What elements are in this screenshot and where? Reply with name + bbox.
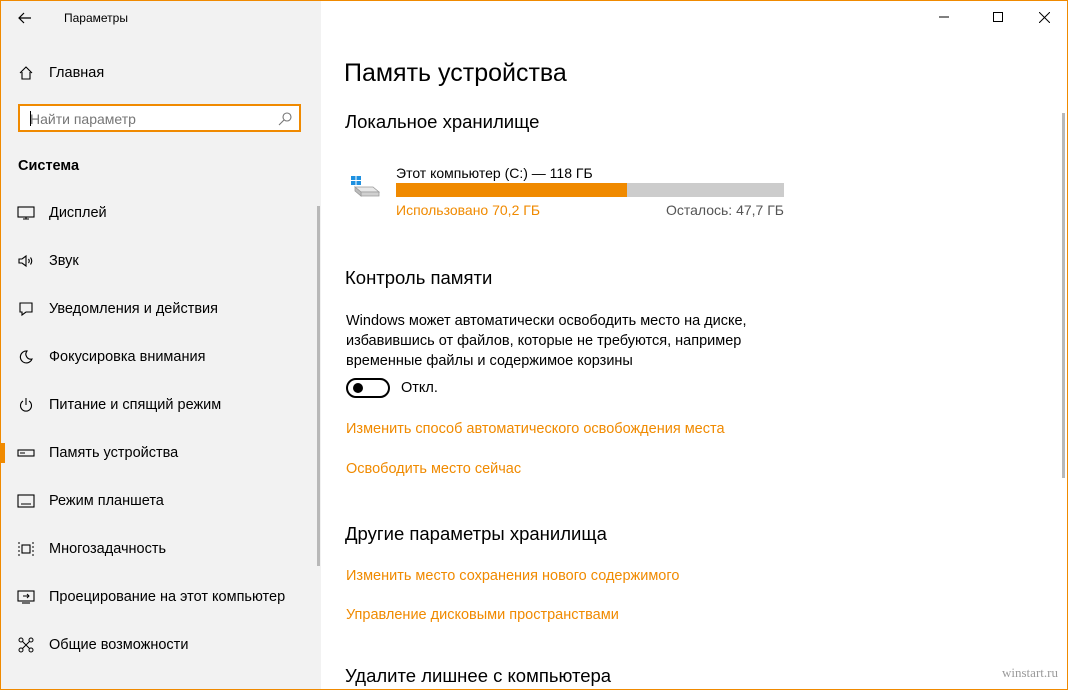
sidebar-item-label: Проецирование на этот компьютер — [49, 589, 286, 605]
sidebar-item-shared-experiences[interactable]: Общие возможности — [1, 625, 317, 665]
remaining-space: Осталось: 47,7 ГБ — [665, 202, 784, 218]
back-button[interactable] — [11, 5, 39, 31]
search-box[interactable] — [18, 104, 301, 132]
close-button[interactable] — [1021, 1, 1067, 33]
page-title: Память устройства — [344, 59, 567, 87]
close-icon — [1038, 11, 1050, 23]
sidebar-item-label: Питание и спящий режим — [49, 397, 222, 413]
maximize-icon — [993, 12, 1003, 22]
change-save-location-link[interactable]: Изменить место сохранения нового содержи… — [346, 568, 679, 584]
drive-name: Этот компьютер (C:) — 118 ГБ — [396, 165, 593, 181]
sidebar-item-sound[interactable]: Звук — [1, 241, 317, 281]
back-arrow-icon — [18, 12, 31, 24]
monitor-icon — [17, 204, 35, 222]
shared-experiences-icon — [17, 636, 35, 654]
storage-usage-bar-fill — [396, 183, 627, 197]
app-title: Параметры — [64, 11, 128, 25]
sidebar-item-label: Память устройства — [49, 445, 179, 461]
sidebar-item-label: Звук — [49, 253, 79, 269]
storage-sense-toggle[interactable] — [346, 378, 390, 398]
storage-sense-toggle-label: Откл. — [401, 380, 438, 396]
moon-icon — [17, 348, 35, 366]
sidebar-item-label: Многозадачность — [49, 541, 167, 557]
storage-sense-description: Windows может автоматически освободить м… — [346, 313, 747, 369]
used-space: Использовано 70,2 ГБ — [396, 202, 541, 218]
storage-usage-bar — [396, 183, 784, 197]
maximize-button[interactable] — [975, 1, 1021, 33]
main-scrollbar[interactable] — [1062, 113, 1065, 478]
manage-storage-spaces-link[interactable]: Управление дисковыми пространствами — [346, 607, 619, 623]
power-icon — [17, 396, 35, 414]
search-input[interactable] — [28, 109, 272, 129]
change-auto-free-link[interactable]: Изменить способ автоматического освобожд… — [346, 421, 725, 437]
notification-icon — [17, 300, 35, 318]
home-icon — [17, 64, 35, 82]
minimize-icon — [939, 16, 949, 18]
local-storage-heading: Локальное хранилище — [345, 111, 540, 132]
drive-c[interactable]: Этот компьютер (C:) — 118 ГБ Использован… — [349, 161, 789, 221]
sidebar-item-display[interactable]: Дисплей — [1, 193, 317, 233]
projecting-icon — [17, 588, 35, 606]
sidebar-item-notifications[interactable]: Уведомления и действия — [1, 289, 317, 329]
sidebar-item-tablet[interactable]: Режим планшета — [1, 481, 317, 521]
sidebar-item-label: Дисплей — [49, 205, 107, 221]
sidebar-item-storage[interactable]: Память устройства — [1, 433, 317, 473]
sidebar-item-power[interactable]: Питание и спящий режим — [1, 385, 317, 425]
cleanup-heading: Удалите лишнее с компьютера — [345, 665, 612, 686]
sidebar: Параметры Главная Система Дисплей — [1, 1, 321, 689]
sidebar-item-focus-assist[interactable]: Фокусировка внимания — [1, 337, 317, 377]
sidebar-scrollbar[interactable] — [317, 206, 320, 566]
main-content: Память устройства Локальное хранилище Эт… — [321, 1, 1067, 689]
settings-window: Параметры Главная Система Дисплей — [0, 0, 1068, 690]
multitasking-icon — [17, 540, 35, 558]
search-icon — [278, 112, 292, 126]
sidebar-item-label: Уведомления и действия — [49, 301, 218, 317]
tablet-icon — [17, 492, 35, 510]
toggle-knob — [353, 383, 363, 393]
sidebar-section-title: Система — [18, 158, 80, 174]
watermark: winstart.ru — [1002, 665, 1058, 680]
sidebar-item-label: Общие возможности — [49, 637, 189, 653]
other-storage-heading: Другие параметры хранилища — [345, 523, 607, 544]
sidebar-item-label: Фокусировка внимания — [49, 349, 206, 365]
free-space-now-link[interactable]: Освободить место сейчас — [346, 461, 521, 477]
drive-icon — [351, 176, 381, 197]
storage-icon — [17, 444, 35, 462]
title-bar: Параметры — [1, 1, 321, 35]
sidebar-item-label: Режим планшета — [49, 493, 164, 509]
sidebar-item-projecting[interactable]: Проецирование на этот компьютер — [1, 577, 317, 617]
nav-home-label: Главная — [49, 65, 105, 81]
sidebar-item-multitasking[interactable]: Многозадачность — [1, 529, 317, 569]
minimize-button[interactable] — [921, 1, 967, 33]
speaker-icon — [17, 252, 35, 270]
nav-home[interactable]: Главная — [1, 53, 317, 93]
storage-sense-heading: Контроль памяти — [345, 267, 493, 288]
